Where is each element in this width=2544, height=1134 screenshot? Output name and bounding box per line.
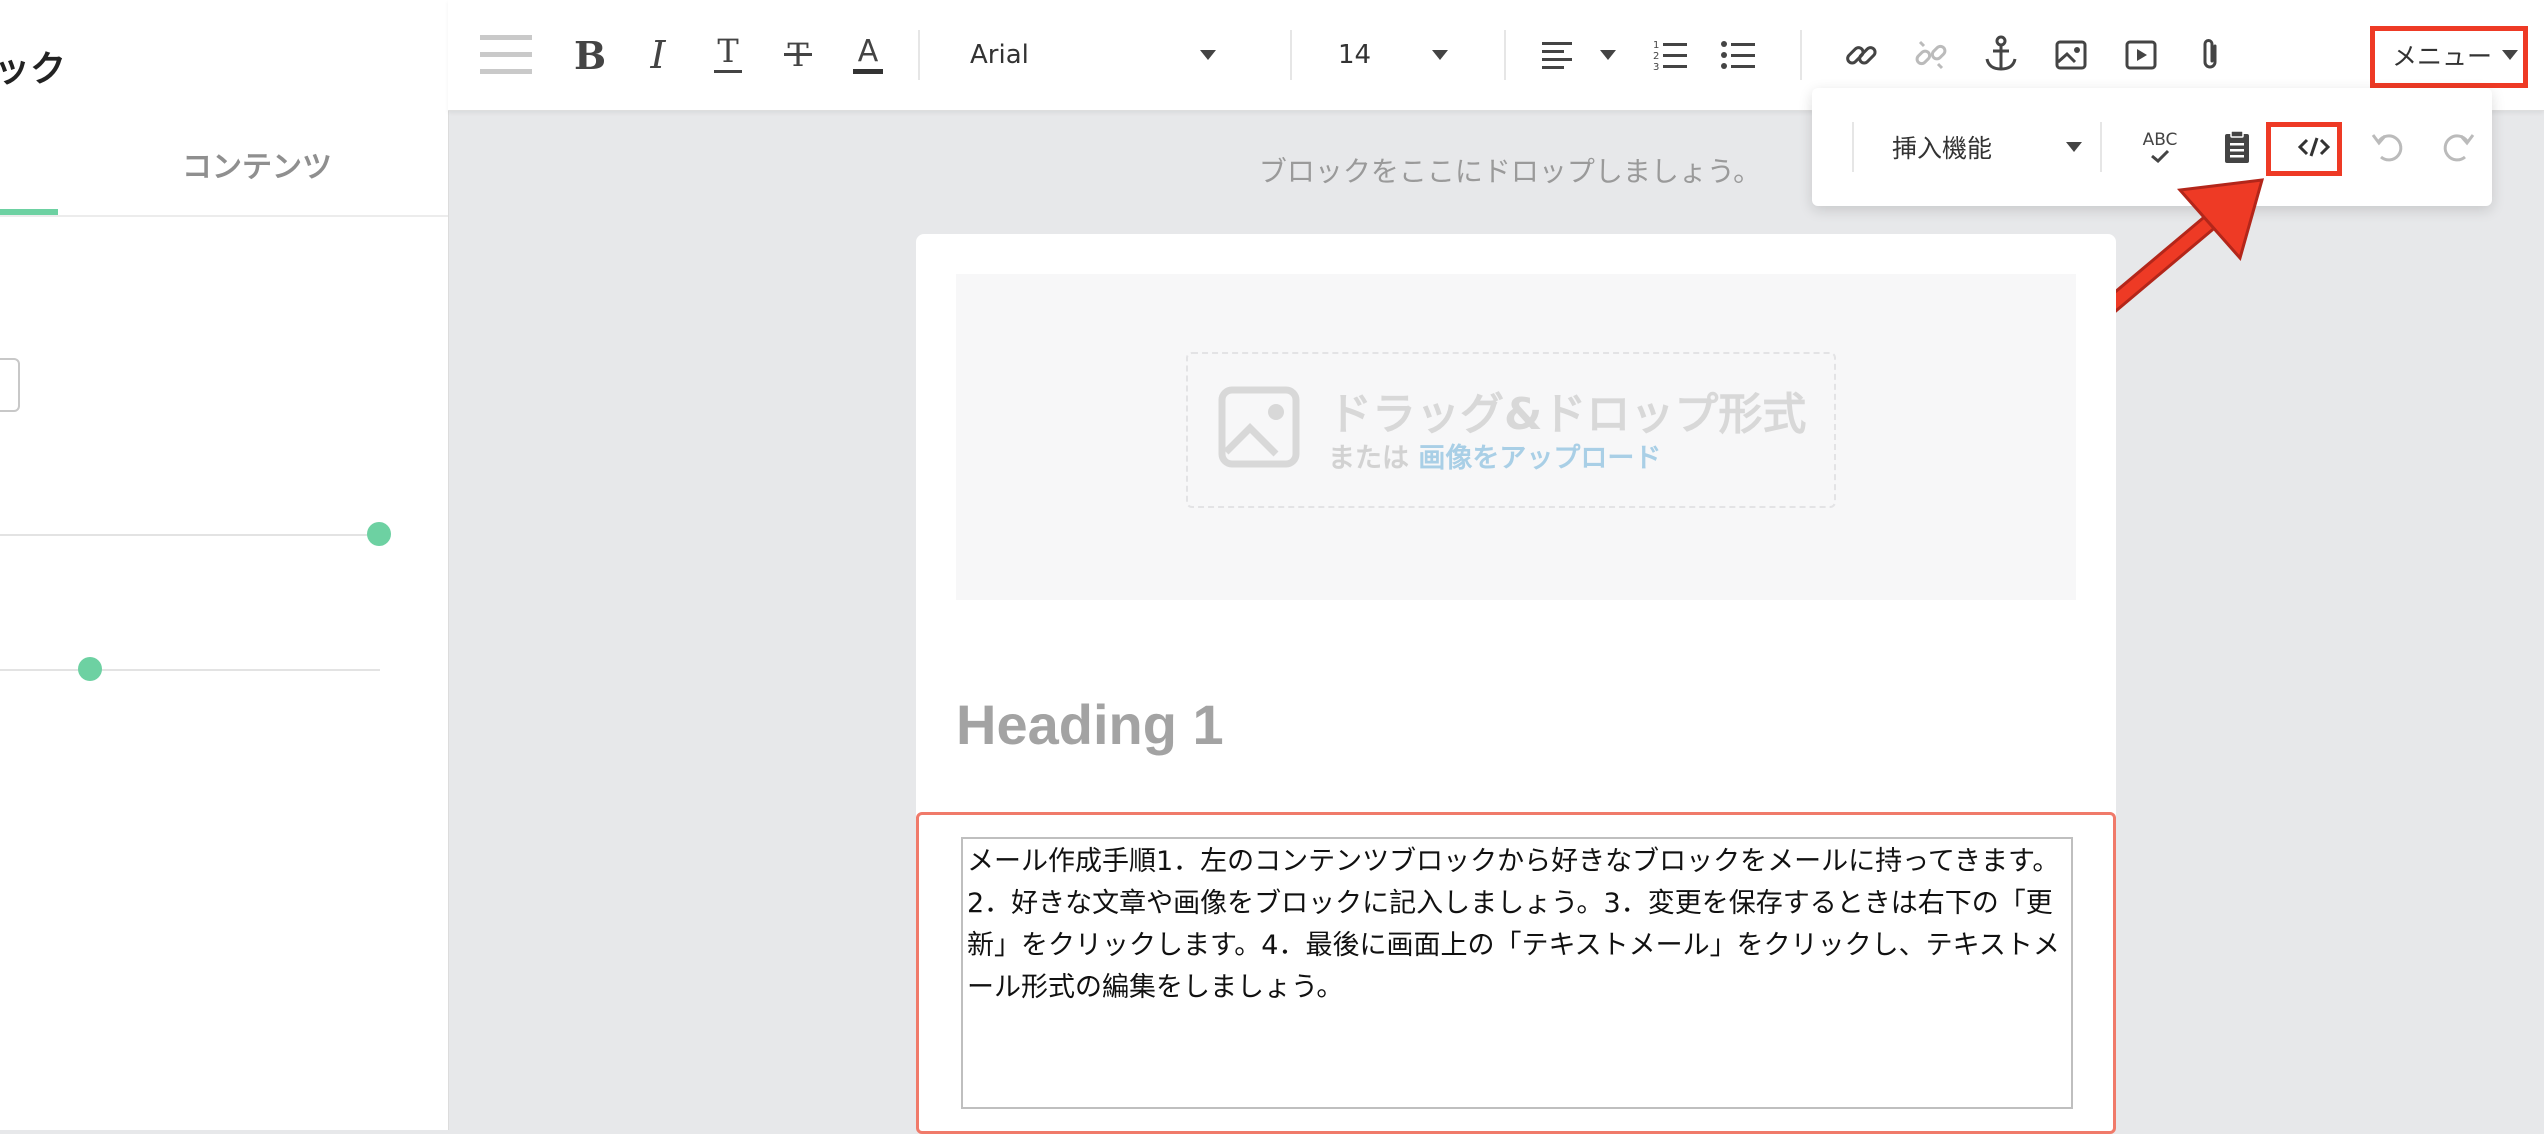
email-card: ドラッグ&ドロップ形式 または 画像をアップロード Heading 1 メール作…: [916, 234, 2116, 1134]
drop-hint: ブロックをここにドロップしましょう。: [1258, 155, 1762, 188]
drop-sub-prefix: または: [1328, 443, 1409, 474]
image-placeholder-icon: [1218, 386, 1300, 468]
drop-subtitle: または 画像をアップロード: [1328, 436, 1661, 475]
heading-block[interactable]: Heading 1: [956, 692, 1224, 757]
image-block[interactable]: ドラッグ&ドロップ形式 または 画像をアップロード: [956, 274, 2076, 600]
text-block[interactable]: メール作成手順1．左のコンテンツブロックから好きなブロックをメールに持ってきます…: [916, 812, 2116, 1134]
drop-title: ドラッグ&ドロップ形式: [1328, 389, 1807, 440]
image-drop-zone[interactable]: ドラッグ&ドロップ形式 または 画像をアップロード: [1186, 352, 1836, 508]
text-area[interactable]: メール作成手順1．左のコンテンツブロックから好きなブロックをメールに持ってきます…: [961, 837, 2073, 1109]
upload-image-link[interactable]: 画像をアップロード: [1418, 443, 1661, 474]
